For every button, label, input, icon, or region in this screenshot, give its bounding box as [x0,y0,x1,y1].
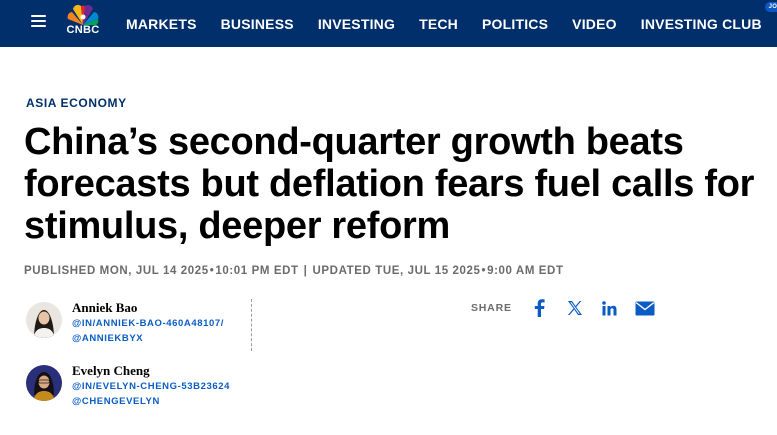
cnbc-logo[interactable]: CNBC [60,3,106,37]
share-label: SHARE [471,302,512,314]
article-headline: China’s second-quarter growth beats fore… [24,121,755,247]
author-linkedin-link[interactable]: @IN/ANNIEK-BAO-460A48107/ [72,318,224,329]
author-name[interactable]: Evelyn Cheng [72,363,150,379]
person-avatar-icon [26,302,62,338]
linkedin-icon[interactable] [600,298,620,318]
nav-item-investing[interactable]: INVESTING [318,16,395,32]
nav-item-business[interactable]: BUSINESS [221,16,294,32]
published-dot: • [209,265,215,277]
nav-item-video[interactable]: VIDEO [572,16,617,32]
nav-item-investing-club[interactable]: INVESTING CLUB JOIN [640,1,777,32]
nav-item-politics[interactable]: POLITICS [482,16,548,32]
person-avatar-icon [26,365,62,401]
author-card: Evelyn Cheng @IN/EVELYN-CHENG-53B23624 @… [26,362,251,414]
updated-date: UPDATED TUE, JUL 15 2025 [312,265,481,277]
avatar[interactable] [26,302,62,338]
top-nav-bar: CNBC MARKETS BUSINESS INVESTING TECH POL… [0,0,777,47]
author-name[interactable]: Anniek Bao [72,300,137,316]
updated-dot: • [481,265,487,277]
author-card: Anniek Bao @IN/ANNIEK-BAO-460A48107/ @AN… [26,299,252,351]
share-bar: SHARE [471,298,670,318]
published-date: PUBLISHED MON, JUL 14 2025 [24,265,209,277]
investing-club-label: INVESTING CLUB [640,15,762,32]
author-twitter-link[interactable]: @CHENGEVELYN [72,396,160,407]
facebook-icon[interactable] [530,298,550,318]
main-nav: MARKETS BUSINESS INVESTING TECH POLITICS… [126,0,777,47]
logo-text: CNBC [66,24,100,36]
email-icon[interactable] [635,298,655,318]
hamburger-menu-icon[interactable] [31,15,46,27]
timestamp-separator: | [303,265,308,277]
join-badge[interactable]: JOIN [764,1,777,12]
article-timestamps: PUBLISHED MON, JUL 14 2025•10:01 PM EDT |… [24,265,564,277]
nav-item-markets[interactable]: MARKETS [126,16,197,32]
author-linkedin-link[interactable]: @IN/EVELYN-CHENG-53B23624 [72,381,230,392]
avatar[interactable] [26,365,62,401]
updated-time: 9:00 AM EDT [487,265,564,277]
author-twitter-link[interactable]: @ANNIEKBYX [72,333,143,344]
x-icon[interactable] [565,298,585,318]
section-kicker-link[interactable]: ASIA ECONOMY [26,96,127,110]
published-time: 10:01 PM EDT [215,265,299,277]
nav-item-tech[interactable]: TECH [419,16,458,32]
